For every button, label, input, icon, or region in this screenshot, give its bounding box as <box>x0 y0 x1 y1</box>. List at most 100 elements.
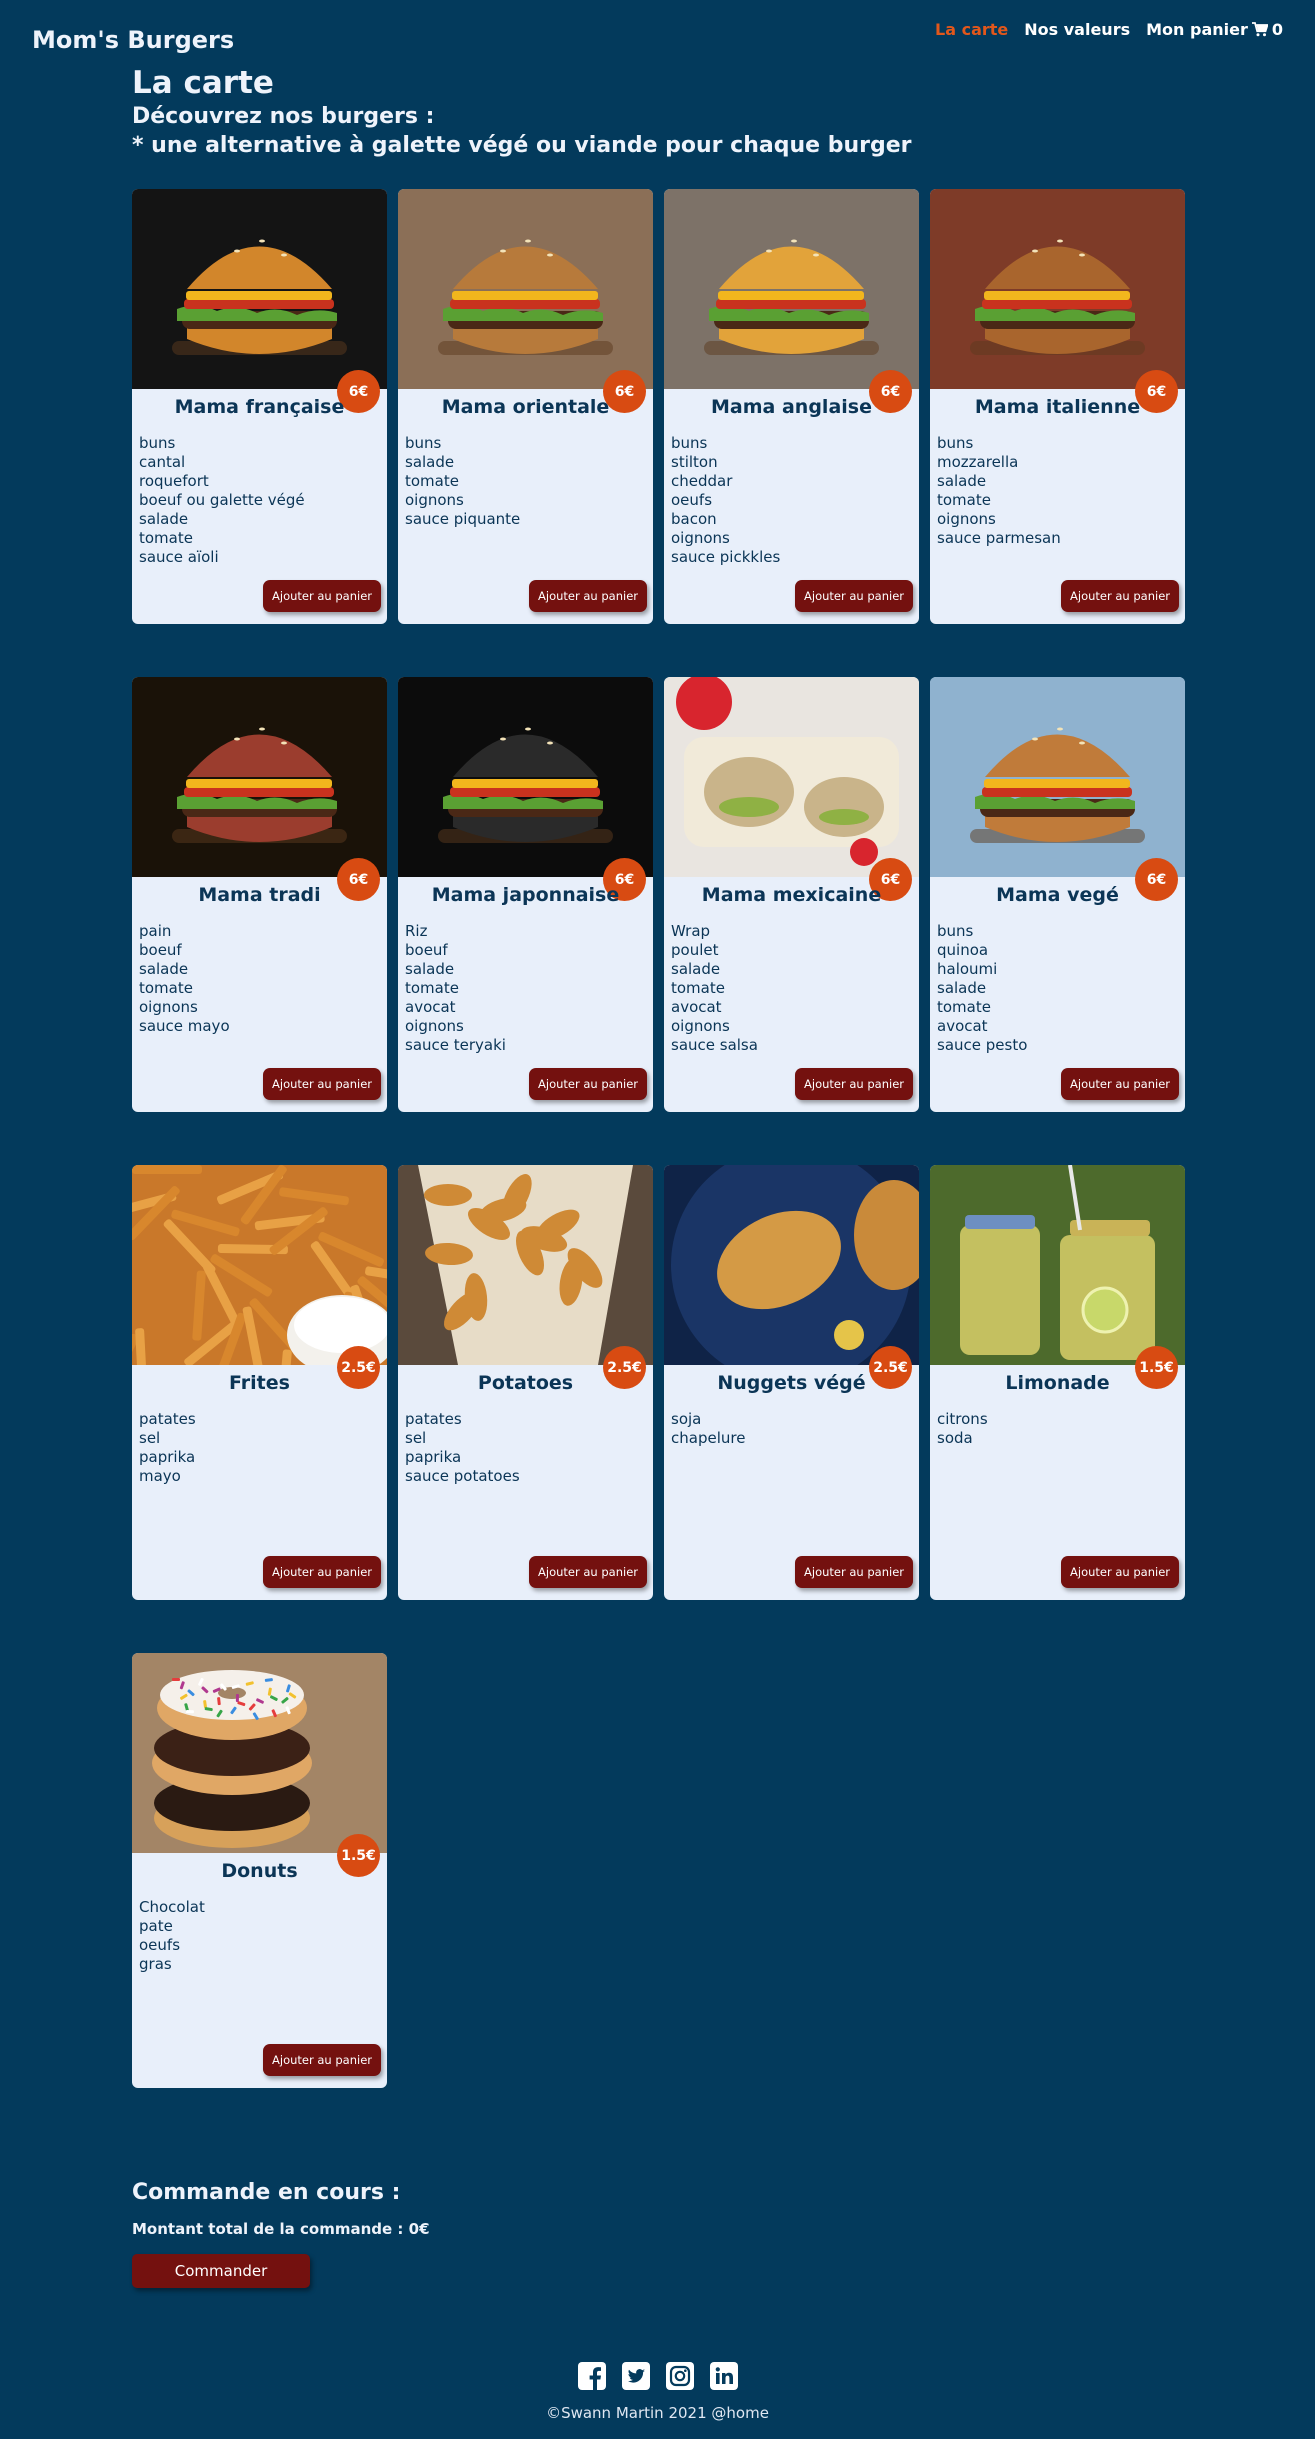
product-photo <box>398 189 653 389</box>
product-name: Potatoes <box>477 1372 574 1394</box>
intro: La carte Découvrez nos burgers : * une a… <box>132 64 912 160</box>
nav-mon-panier-label: Mon panier <box>1146 20 1248 39</box>
ingredient-item: sauce piquante <box>405 510 521 528</box>
ingredient-list: buns cantal roquefort boeuf ou galette végé… <box>139 434 305 567</box>
ingredient-item: tomate <box>405 979 459 997</box>
add-to-cart-button[interactable]: Ajouter au panier <box>1061 1556 1179 1588</box>
ingredient-item: quinoa <box>937 941 989 959</box>
ingredient-item: oignons <box>671 1017 730 1035</box>
ingredient-item: salade <box>139 510 189 528</box>
ingredient-item: chapelure <box>671 1429 746 1447</box>
facebook-icon[interactable] <box>577 2362 606 2390</box>
current-order: Commande en cours : Montant total de la … <box>132 2180 430 2288</box>
ingredient-item: Wrap <box>671 922 711 940</box>
ingredient-item: avocat <box>671 998 722 1016</box>
nav-nos-valeurs-label: Nos valeurs <box>1024 20 1131 39</box>
product-photo <box>664 677 919 877</box>
ingredient-list: Wrap poulet salade tomate avocat oignons sauce… <box>671 922 758 1055</box>
ingredient-item: salade <box>671 960 721 978</box>
add-to-cart-button[interactable]: Ajouter au panier <box>795 1556 913 1588</box>
product-card: 2.5€ Frites patates sel paprika mayo Ajouter a… <box>132 1165 387 1600</box>
ingredient-item: citrons <box>937 1410 988 1428</box>
product-name: Mama anglaise <box>711 396 872 418</box>
product-photo <box>132 1653 387 1853</box>
add-to-cart-button[interactable]: Ajouter au panier <box>795 1068 913 1100</box>
ingredient-item: tomate <box>937 998 991 1016</box>
product-name: Mama japonnaise <box>431 884 620 906</box>
order-title: Commande en cours : <box>132 2180 401 2205</box>
add-to-cart-button[interactable]: Ajouter au panier <box>1061 580 1179 612</box>
product-photo <box>398 677 653 877</box>
ingredient-list: Chocolat pate oeufs gras <box>139 1898 205 1974</box>
add-to-cart-button[interactable]: Ajouter au panier <box>263 580 381 612</box>
nav-la-carte-label: La carte <box>935 20 1009 39</box>
ingredient-item: paprika <box>405 1448 462 1466</box>
ingredient-item: salade <box>937 472 987 490</box>
brand-logo-text[interactable]: Mom's Burgers <box>32 26 234 54</box>
add-to-cart-button[interactable]: Ajouter au panier <box>1061 1068 1179 1100</box>
product-name: Mama tradi <box>198 884 321 906</box>
ingredient-item: sel <box>405 1429 427 1447</box>
ingredient-item: oignons <box>405 491 464 509</box>
product-name: Mama italienne <box>974 396 1141 418</box>
ingredient-item: boeuf <box>139 941 182 959</box>
ingredient-item: patates <box>139 1410 196 1428</box>
add-to-cart-button[interactable]: Ajouter au panier <box>263 1556 381 1588</box>
instagram-icon[interactable] <box>665 2362 694 2390</box>
nav-mon-panier[interactable]: Mon panier 0 <box>1146 20 1283 39</box>
ingredient-item: salade <box>937 979 987 997</box>
ingredient-item: boeuf <box>405 941 448 959</box>
product-card: 6€ Mama italienne buns mozzarella salade toma… <box>930 189 1185 624</box>
ingredient-item: cheddar <box>671 472 733 490</box>
add-to-cart-button[interactable]: Ajouter au panier <box>795 580 913 612</box>
ingredient-item: avocat <box>405 998 456 1016</box>
ingredient-item: oignons <box>671 529 730 547</box>
ingredient-list: Riz boeuf salade tomate avocat oignons sauce t… <box>405 922 506 1055</box>
ingredient-list: buns stilton cheddar oeufs bacon oignons sauce… <box>671 434 780 567</box>
page-subtitle: Découvrez nos burgers : <box>132 104 435 129</box>
ingredient-item: tomate <box>937 491 991 509</box>
ingredient-item: sauce salsa <box>671 1036 758 1054</box>
ingredient-item: tomate <box>139 979 193 997</box>
product-name: Donuts <box>221 1860 298 1882</box>
nav-la-carte[interactable]: La carte <box>935 20 1008 39</box>
ingredient-list: buns quinoa haloumi salade tomate avocat sauce… <box>937 922 1027 1055</box>
nav-nos-valeurs[interactable]: Nos valeurs <box>1024 20 1130 39</box>
add-to-cart-button[interactable]: Ajouter au panier <box>529 580 647 612</box>
add-to-cart-button[interactable]: Ajouter au panier <box>263 1068 381 1100</box>
product-card: 6€ Mama vegé buns quinoa haloumi salade tomate… <box>930 677 1185 1112</box>
product-card: 1.5€ Donuts Chocolat pate oeufs gras Ajouter a… <box>132 1653 387 2088</box>
ingredient-item: roquefort <box>139 472 209 490</box>
ingredient-item: pain <box>139 922 172 940</box>
add-to-cart-button[interactable]: Ajouter au panier <box>529 1068 647 1100</box>
cart-count: 0 <box>1271 20 1283 39</box>
ingredient-item: buns <box>405 434 442 452</box>
twitter-icon[interactable] <box>621 2362 650 2390</box>
product-card: 2.5€ Nuggets végé soja chapelure Ajouter au … <box>664 1165 919 1600</box>
add-to-cart-button[interactable]: Ajouter au panier <box>529 1556 647 1588</box>
ingredient-item: oeufs <box>139 1936 181 1954</box>
product-card: 2.5€ Potatoes patates sel paprika sauce potat… <box>398 1165 653 1600</box>
ingredient-item: paprika <box>139 1448 196 1466</box>
ingredient-list: buns mozzarella salade tomate oignons sauce p… <box>937 434 1061 548</box>
ingredient-item: oeufs <box>671 491 713 509</box>
product-card: 6€ Mama française buns cantal roquefort boeuf… <box>132 189 387 624</box>
ingredient-item: salade <box>405 960 455 978</box>
ingredient-item: sauce pickkles <box>671 548 781 566</box>
add-to-cart-button[interactable]: Ajouter au panier <box>263 2044 381 2076</box>
product-name: Nuggets végé <box>717 1372 866 1394</box>
product-name: Limonade <box>1005 1372 1110 1394</box>
linkedin-icon[interactable] <box>709 2362 738 2390</box>
product-name: Mama vegé <box>996 884 1119 906</box>
ingredient-item: Chocolat <box>139 1898 205 1916</box>
ingredient-item: buns <box>671 434 708 452</box>
ingredient-list: patates sel paprika sauce potatoes <box>405 1410 520 1486</box>
product-photo <box>664 1165 919 1365</box>
ingredient-item: sauce potatoes <box>405 1467 520 1485</box>
product-photo <box>930 677 1185 877</box>
social-links <box>0 2362 1315 2390</box>
order-button[interactable]: Commander <box>132 2254 310 2288</box>
ingredient-item: tomate <box>405 472 459 490</box>
product-card: 1.5€ Limonade citrons soda Ajouter au panier <box>930 1165 1185 1600</box>
product-card: 6€ Mama tradi pain boeuf salade tomate oignons… <box>132 677 387 1112</box>
